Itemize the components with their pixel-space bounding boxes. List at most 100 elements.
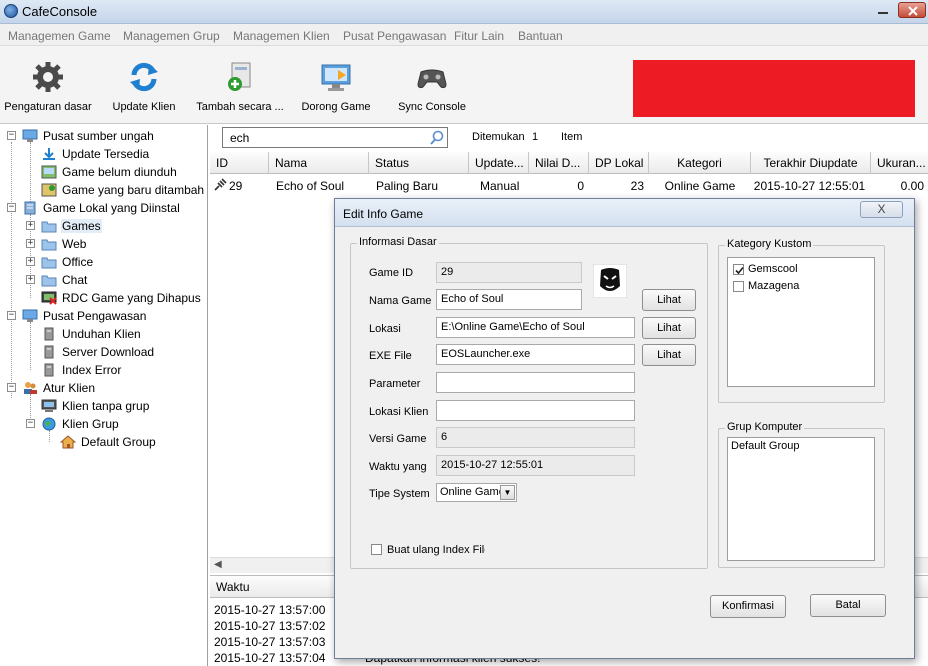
menu-other-features[interactable]: Fitur Lain [454,29,504,43]
tree-node-manage-clients[interactable]: − Atur Klien [0,380,207,398]
settings-button[interactable]: Pengaturan dasar [2,56,94,118]
menu-game-management[interactable]: Managemen Game [8,29,111,43]
tree-label: RDC Game yang Dihapus [62,291,201,305]
log-row-time: 2015-10-27 13:57:03 [214,635,326,649]
system-type-select[interactable]: Online Game ▼ [436,483,517,502]
column-header-last-update[interactable]: Terakhir Diupdate [751,152,871,174]
download-arrow-icon [43,148,55,160]
dialog-close-button[interactable]: X [860,201,903,218]
tree-node-server-download[interactable]: Server Download [0,344,207,362]
tree-node-chat[interactable]: + Chat [0,272,207,290]
server-icon [44,327,54,341]
window-title: CafeConsole [22,4,98,19]
collapse-icon[interactable]: − [7,383,16,392]
collapse-icon[interactable]: − [7,311,16,320]
tree-node-monitoring[interactable]: − Pusat Pengawasan [0,308,207,326]
time-field: 2015-10-27 12:55:01 [436,455,635,476]
cell-last-update: 2015-10-27 12:55:01 [753,179,866,193]
cell-value: 0 [577,179,584,193]
category-checkbox-gemscool[interactable] [733,264,744,275]
tree-node-games[interactable]: + Games [0,218,207,236]
tree-node-not-downloaded[interactable]: Game belum diunduh [0,164,207,182]
collapse-icon[interactable]: − [26,419,35,428]
collapse-icon[interactable]: − [7,131,16,140]
expand-icon[interactable]: + [26,239,35,248]
menu-monitoring[interactable]: Pusat Pengawasan [343,29,446,43]
update-client-button[interactable]: Update Klien [108,56,180,118]
sync-console-button[interactable]: Sync Console [394,56,470,118]
tree-node-newly-added[interactable]: Game yang baru ditambah [0,182,207,200]
close-window-button[interactable] [898,2,926,18]
client-location-field[interactable] [436,400,635,421]
basic-info-title: Informasi Dasar [357,236,439,248]
tree-node-web[interactable]: + Web [0,236,207,254]
browse-logo-button[interactable]: Lihat [642,289,696,311]
column-header-id[interactable]: ID [210,152,269,174]
tree-label: Klien tanpa grup [62,399,150,413]
tree-node-client-group[interactable]: − Klien Grup [0,416,207,434]
tree-label: Game yang baru ditambah [62,183,205,197]
push-game-button[interactable]: Dorong Game [298,56,374,118]
column-header-name[interactable]: Nama [269,152,369,174]
navigation-tree: − Pusat sumber ungah Update Tersedia Gam… [0,125,208,666]
tree-node-default-group[interactable]: Default Group [0,434,207,452]
table-row[interactable]: 29 Echo of Soul Paling Baru Manual 0 23 … [210,175,928,195]
expand-icon[interactable]: + [26,257,35,266]
gamepad-icon [417,69,447,89]
tree-node-local-games[interactable]: − Game Lokal yang Diinstal [0,200,207,218]
column-header-update[interactable]: Update... [469,152,529,174]
tree-label: Game Lokal yang Diinstal [43,201,180,215]
folder-icon [41,221,57,233]
server-icon [44,345,54,359]
tree-node-rdc-deleted[interactable]: RDC Game yang Dihapus [0,290,207,308]
search-input[interactable]: ech [222,127,448,148]
settings-label: Pengaturan dasar [4,101,92,113]
gear-icon [33,62,63,92]
bulk-add-button[interactable]: Tambah secara ... [194,56,286,118]
search-icon[interactable] [429,130,445,146]
rebuild-index-checkbox[interactable] [371,544,382,555]
menu-group-management[interactable]: Managemen Grup [123,29,220,43]
found-count: 1 [532,131,539,143]
category-checkbox-mazagena[interactable] [733,281,744,292]
tree-node-update-available[interactable]: Update Tersedia [0,146,207,164]
tree-node-office[interactable]: + Office [0,254,207,272]
tree-label: Default Group [81,435,156,449]
log-row-time: 2015-10-27 13:57:02 [214,619,326,633]
add-file-icon [228,62,251,91]
dialog-title: Edit Info Game [343,207,424,221]
location-field[interactable]: E:\Online Game\Echo of Soul [436,317,635,338]
minimize-button[interactable] [870,2,896,18]
tree-node-clients-no-group[interactable]: Klien tanpa grup [0,398,207,416]
confirm-button[interactable]: Konfirmasi [710,595,786,618]
game-logo-icon [593,264,627,298]
group-list-item[interactable]: Default Group [731,440,799,452]
expand-icon[interactable]: + [26,221,35,230]
menu-client-management[interactable]: Managemen Klien [233,29,330,43]
log-column-time[interactable]: Waktu [216,580,250,594]
column-header-dp-local[interactable]: DP Lokal [589,152,649,174]
cancel-button[interactable]: Batal [810,594,886,617]
cell-update: Manual [480,179,520,193]
tree-node-client-download[interactable]: Unduhan Klien [0,326,207,344]
column-header-size[interactable]: Ukuran... [871,152,928,174]
game-id-field: 29 [436,262,582,283]
scroll-left-icon[interactable]: ◀ [214,559,222,570]
log-row-time: 2015-10-27 13:57:04 [214,651,326,665]
tree-node-index-error[interactable]: Index Error [0,362,207,380]
chevron-down-icon[interactable]: ▼ [500,485,515,500]
tree-node-resource-center[interactable]: − Pusat sumber ungah [0,128,207,146]
parameter-field[interactable] [436,372,635,393]
column-header-category[interactable]: Kategori [649,152,751,174]
column-header-value[interactable]: Nilai D... [529,152,589,174]
expand-icon[interactable]: + [26,275,35,284]
browse-location-button[interactable]: Lihat [642,317,696,339]
game-name-field[interactable]: Echo of Soul [436,289,582,310]
tree-label: Unduhan Klien [62,327,141,341]
browse-exe-button[interactable]: Lihat [642,344,696,366]
column-header-status[interactable]: Status [369,152,469,174]
collapse-icon[interactable]: − [7,203,16,212]
menu-help[interactable]: Bantuan [518,29,563,43]
exe-file-field[interactable]: EOSLauncher.exe [436,344,635,365]
tree-label: Game belum diunduh [62,165,177,179]
